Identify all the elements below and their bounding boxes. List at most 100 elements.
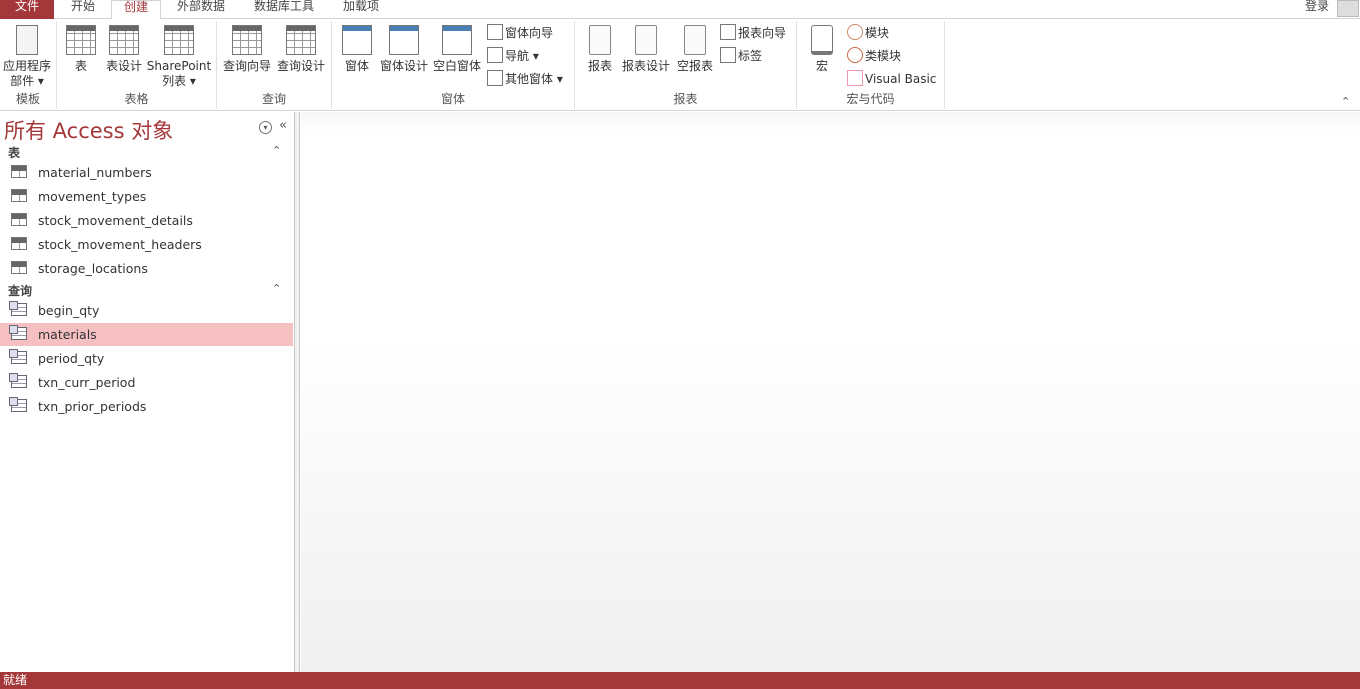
form-wizard-button[interactable]: 窗体向导 — [487, 23, 553, 43]
navigation-icon — [487, 47, 503, 63]
navigation-button[interactable]: 导航 ▾ — [487, 46, 539, 66]
list-item-query[interactable]: begin_qty — [0, 299, 293, 322]
label: 应用程序 — [2, 59, 51, 73]
report-wizard-button[interactable]: 报表向导 — [720, 23, 786, 43]
label: materials — [38, 327, 97, 342]
label: 查询设计 — [276, 59, 325, 73]
more-forms-icon — [487, 70, 503, 86]
collapse-tables-icon[interactable]: ⌃ — [272, 144, 281, 157]
document-area — [301, 112, 1360, 672]
label: stock_movement_details — [38, 213, 193, 228]
label: 导航 ▾ — [505, 49, 539, 63]
label: storage_locations — [38, 261, 148, 276]
form-button[interactable]: 窗体 — [338, 23, 376, 74]
list-item-table[interactable]: stock_movement_headers — [0, 233, 293, 256]
table-icon — [11, 261, 27, 274]
group-reports: 报表 报表设计 空报表 报表向导 标签 报表 — [575, 21, 797, 109]
table-icon — [11, 213, 27, 226]
query-wizard-icon — [232, 25, 262, 55]
label: 报表向导 — [738, 26, 787, 40]
label: 窗体 — [344, 59, 369, 73]
tab-home[interactable]: 开始 — [60, 0, 106, 19]
query-design-button[interactable]: 查询设计 — [275, 23, 327, 74]
list-item-query[interactable]: period_qty — [0, 347, 293, 370]
tab-database-tools[interactable]: 数据库工具 — [245, 0, 323, 19]
label: material_numbers — [38, 165, 152, 180]
report-button[interactable]: 报表 — [583, 23, 617, 74]
table-icon — [66, 25, 96, 55]
group-label: 表格 — [124, 92, 149, 106]
group-queries: 查询向导 查询设计 查询 — [217, 21, 332, 109]
nav-pane-splitter[interactable] — [295, 112, 300, 672]
form-design-button[interactable]: 窗体设计 — [378, 23, 430, 74]
list-item-table[interactable]: material_numbers — [0, 161, 293, 184]
query-icon — [9, 301, 27, 316]
list-item-table[interactable]: storage_locations — [0, 257, 293, 280]
shutter-bar-close-icon[interactable]: « — [279, 118, 287, 133]
module-button[interactable]: 模块 — [847, 23, 889, 43]
section-header-tables[interactable]: 表 — [8, 144, 20, 161]
label: 窗体设计 — [379, 59, 428, 73]
label: 表 — [74, 59, 87, 73]
label: txn_curr_period — [38, 375, 136, 390]
user-avatar-icon[interactable] — [1337, 0, 1359, 17]
more-forms-button[interactable]: 其他窗体 ▾ — [487, 69, 563, 89]
sign-in-link[interactable]: 登录 — [1300, 0, 1334, 19]
list-item-query-selected[interactable]: materials — [0, 323, 293, 346]
list-item-query[interactable]: txn_prior_periods — [0, 395, 293, 418]
group-label: 窗体 — [440, 92, 465, 106]
ribbon: 应用程序 部件 ▾ 模板 表 表设计 SharePoint 列表 ▾ 表格 查询向… — [0, 19, 1360, 111]
labels-icon — [720, 47, 736, 63]
list-item-table[interactable]: movement_types — [0, 185, 293, 208]
labels-button[interactable]: 标签 — [720, 46, 762, 66]
tab-external-data[interactable]: 外部数据 — [165, 0, 237, 19]
list-item-query[interactable]: txn_curr_period — [0, 371, 293, 394]
app-parts-button[interactable]: 应用程序 部件 ▾ — [0, 23, 54, 89]
table-design-icon — [109, 25, 139, 55]
label: 标签 — [738, 49, 763, 63]
query-design-icon — [286, 25, 316, 55]
label: 部件 ▾ — [10, 74, 44, 88]
label: movement_types — [38, 189, 147, 204]
table-icon — [11, 189, 27, 202]
section-header-queries[interactable]: 查询 — [8, 282, 32, 299]
tab-file[interactable]: 文件 — [0, 0, 54, 19]
collapse-ribbon-icon[interactable]: ⌃ — [1341, 95, 1350, 108]
table-icon — [11, 165, 27, 178]
sharepoint-lists-button[interactable]: SharePoint 列表 ▾ — [145, 23, 213, 89]
table-design-button[interactable]: 表设计 — [102, 23, 146, 74]
status-bar: 就绪 — [0, 672, 1360, 689]
label: 列表 ▾ — [162, 74, 196, 88]
collapse-queries-icon[interactable]: ⌃ — [272, 282, 281, 295]
tab-addins[interactable]: 加载项 — [334, 0, 388, 19]
blank-report-button[interactable]: 空报表 — [674, 23, 716, 74]
label: 窗体向导 — [505, 26, 554, 40]
ribbon-tab-bar: 文件 开始 创建 外部数据 数据库工具 加载项 登录 — [0, 0, 1360, 20]
query-wizard-button[interactable]: 查询向导 — [221, 23, 273, 74]
label: 其他窗体 ▾ — [505, 72, 563, 86]
table-button[interactable]: 表 — [63, 23, 99, 74]
report-icon — [589, 25, 611, 55]
label: 查询向导 — [222, 59, 271, 73]
label: txn_prior_periods — [38, 399, 147, 414]
group-label: 报表 — [673, 92, 698, 106]
class-module-button[interactable]: 类模块 — [847, 46, 901, 66]
report-design-button[interactable]: 报表设计 — [620, 23, 672, 74]
blank-report-icon — [684, 25, 706, 55]
blank-form-button[interactable]: 空白窗体 — [431, 23, 483, 74]
list-item-table[interactable]: stock_movement_details — [0, 209, 293, 232]
visual-basic-button[interactable]: Visual Basic — [847, 69, 936, 89]
tab-create[interactable]: 创建 — [111, 0, 161, 20]
group-tables: 表 表设计 SharePoint 列表 ▾ 表格 — [57, 21, 217, 109]
macro-scroll-icon — [811, 25, 833, 55]
table-icon — [11, 237, 27, 250]
label: 表设计 — [105, 59, 142, 73]
form-icon — [342, 25, 372, 55]
nav-pane-title[interactable]: 所有 Access 对象 — [4, 115, 173, 145]
label: 模块 — [865, 26, 890, 40]
nav-menu-dropdown-icon[interactable]: ▾ — [259, 121, 272, 134]
group-templates: 应用程序 部件 ▾ 模板 — [0, 21, 57, 109]
group-label: 模板 — [15, 92, 40, 106]
report-design-icon — [635, 25, 657, 55]
macro-button[interactable]: 宏 — [805, 23, 839, 74]
